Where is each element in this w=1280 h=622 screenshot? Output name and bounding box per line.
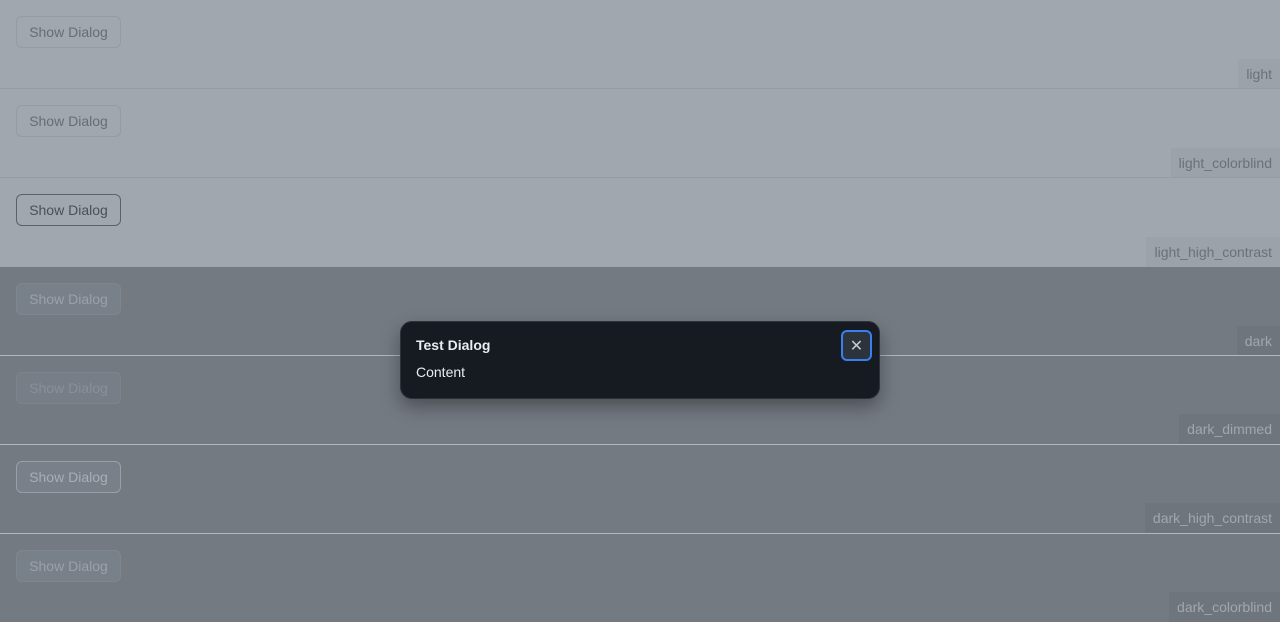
theme-row-light-high-contrast: Show Dialog light_high_contrast [0, 178, 1280, 267]
dialog-title: Test Dialog [416, 337, 491, 353]
dialog-content: Content [416, 364, 466, 380]
theme-label: dark_high_contrast [1144, 503, 1280, 533]
dialog-close-button[interactable]: ✕ [841, 330, 872, 361]
test-dialog: Test Dialog Content ✕ [400, 321, 880, 399]
show-dialog-button[interactable]: Show Dialog [16, 16, 121, 48]
theme-label: light_high_contrast [1146, 237, 1280, 267]
show-dialog-button[interactable]: Show Dialog [16, 550, 121, 582]
close-icon: ✕ [849, 336, 864, 355]
theme-label: dark_dimmed [1179, 414, 1280, 444]
theme-row-light: Show Dialog light [0, 0, 1280, 89]
show-dialog-button[interactable]: Show Dialog [16, 372, 121, 404]
theme-label: light [1238, 59, 1280, 89]
show-dialog-button[interactable]: Show Dialog [16, 461, 121, 493]
theme-row-light-colorblind: Show Dialog light_colorblind [0, 89, 1280, 178]
theme-row-dark-colorblind: Show Dialog dark_colorblind [0, 533, 1280, 622]
theme-row-dark-high-contrast: Show Dialog dark_high_contrast [0, 444, 1280, 533]
theme-label: dark_colorblind [1169, 592, 1280, 622]
theme-label: light_colorblind [1170, 148, 1280, 178]
show-dialog-button[interactable]: Show Dialog [16, 283, 121, 315]
theme-preview-page: Show Dialog light Show Dialog light_colo… [0, 0, 1280, 622]
show-dialog-button[interactable]: Show Dialog [16, 194, 121, 226]
show-dialog-button[interactable]: Show Dialog [16, 105, 121, 137]
theme-label: dark [1236, 326, 1280, 356]
